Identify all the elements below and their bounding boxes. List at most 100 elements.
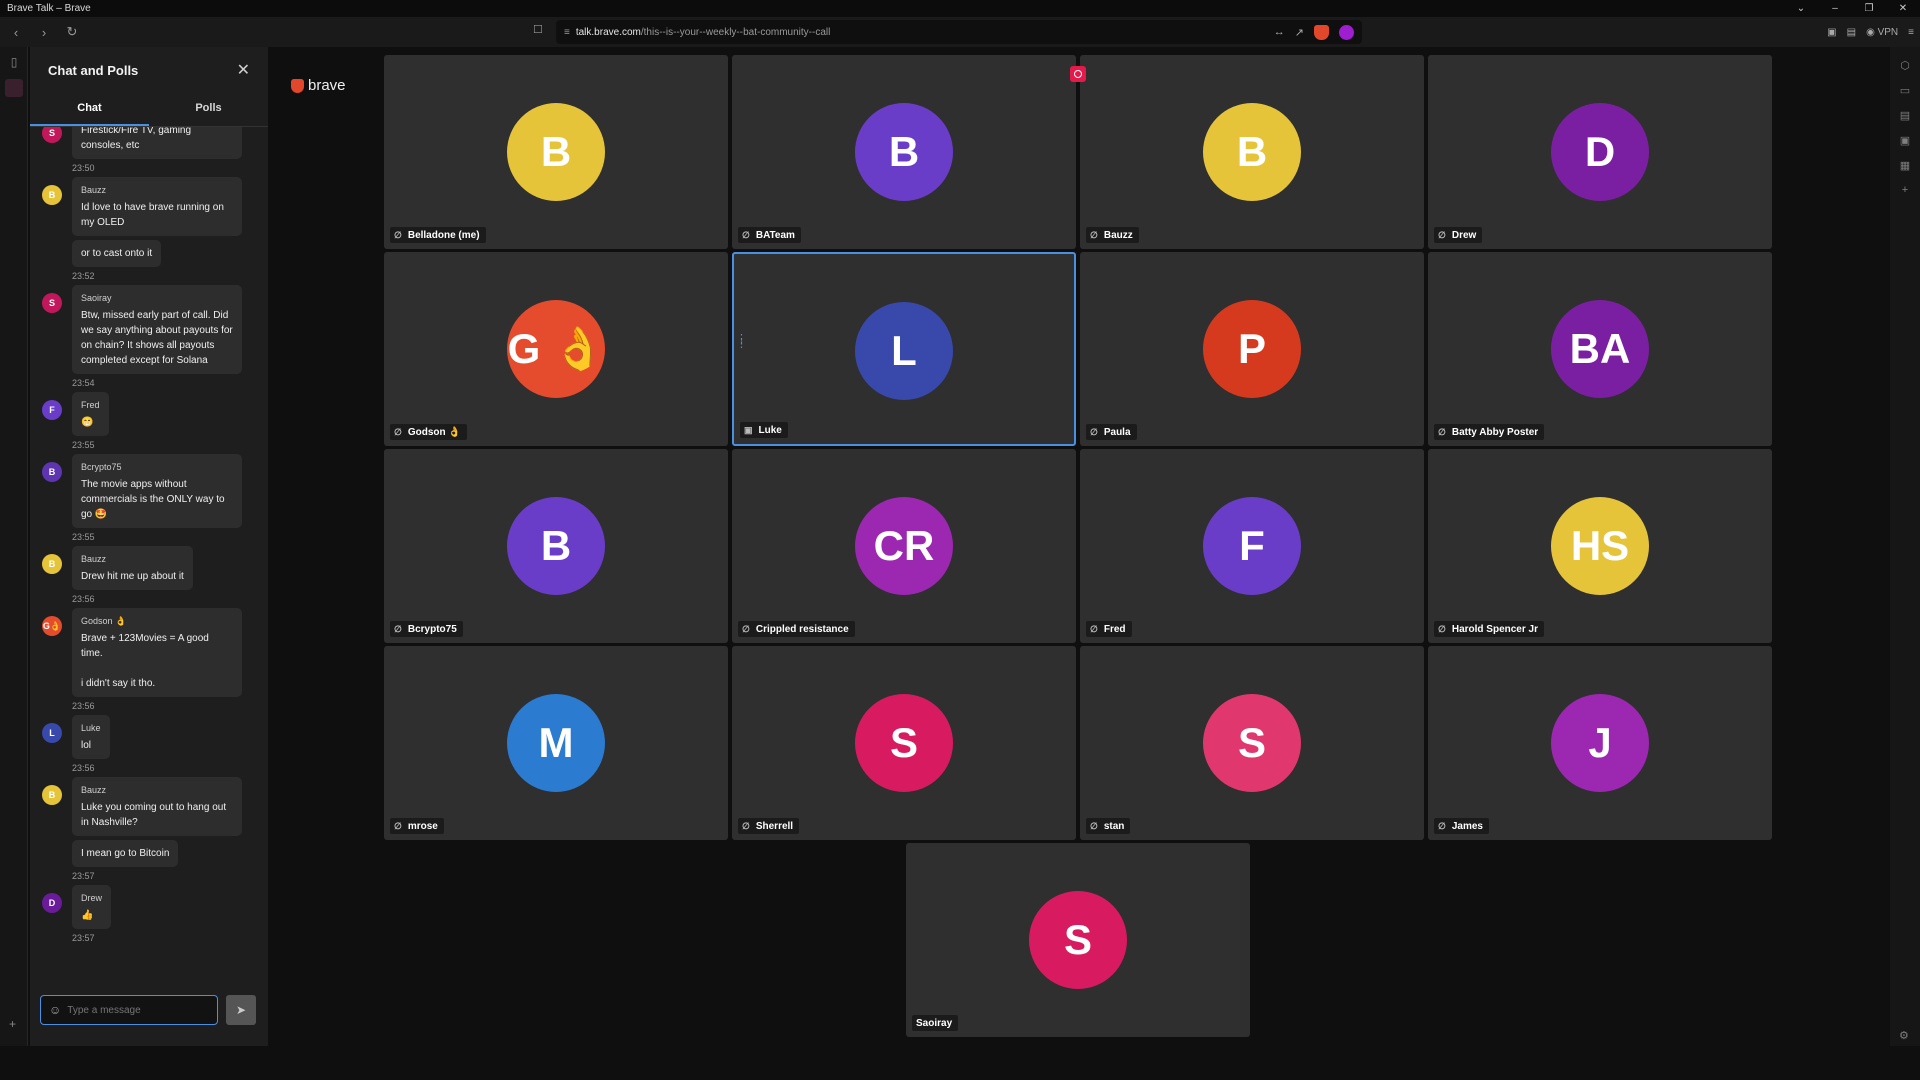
participant-name-tag: ▣ Luke [740, 422, 788, 438]
mic-muted-icon: ∅ [742, 820, 750, 831]
settings-gear-icon[interactable]: ⚙ [1899, 1029, 1909, 1042]
mic-muted-icon: ∅ [394, 623, 402, 634]
participant-tile[interactable]: B ∅ Belladone (me) [384, 55, 728, 249]
restore-button[interactable]: ❐ [1852, 0, 1886, 17]
participant-tile[interactable]: S Saoiray [906, 843, 1250, 1037]
participant-avatar: B [507, 103, 605, 201]
participant-tile[interactable]: HS ∅ Harold Spencer Jr [1428, 449, 1772, 643]
message-time: 23:56 [72, 763, 95, 773]
mic-muted-icon: ∅ [1438, 820, 1446, 831]
message-bubble: or to cast onto it [72, 240, 162, 267]
wallet-icon[interactable]: ▤ [1847, 27, 1856, 38]
participant-tile[interactable]: J ∅ James [1428, 646, 1772, 840]
participant-tile[interactable]: G 👌 ∅ Godson 👌 [384, 252, 728, 446]
camera-off-icon: ▣ [744, 424, 753, 435]
sidebar-panel-icon[interactable]: ▯ [0, 55, 28, 69]
participant-tile[interactable]: L ▣ Luke [732, 252, 1076, 446]
sidebar-tool-5-icon[interactable]: ▦ [1890, 159, 1920, 172]
participant-tile[interactable]: M ∅ mrose [384, 646, 728, 840]
emoji-icon[interactable]: ☺ [49, 1003, 61, 1017]
message-text: Firestick/Fire TV, gaming consoles, etc [81, 127, 192, 151]
message-input-box[interactable]: ☺ [40, 995, 218, 1025]
talk-app-icon[interactable] [4, 79, 23, 97]
avatar: B [42, 554, 62, 574]
participant-avatar: B [507, 497, 605, 595]
chat-message: B Bauzz Drew hit me up about it [30, 546, 268, 594]
reload-button[interactable]: ↻ [60, 20, 84, 44]
participant-tile[interactable]: B ∅ Bauzz [1080, 55, 1424, 249]
participant-tile[interactable]: B ∅ BATeam [732, 55, 1076, 249]
message-time: 23:55 [72, 440, 95, 450]
message-text: i didn't say it tho. [81, 678, 156, 689]
message-input[interactable] [67, 1004, 198, 1016]
minimize-button[interactable]: – [1818, 0, 1852, 17]
add-icon[interactable]: + [9, 1017, 16, 1031]
bookmark-icon[interactable]: ☐ [533, 23, 543, 36]
participant-avatar: BA [1551, 300, 1649, 398]
participant-tile[interactable]: CR ∅ Crippled resistance [732, 449, 1076, 643]
drag-handle-icon[interactable]: ⋮ ⋮ [736, 334, 747, 350]
participant-name: Drew [1451, 229, 1477, 241]
participant-avatar: G 👌 [507, 300, 605, 398]
mic-muted-icon: ∅ [394, 820, 402, 831]
participant-tile[interactable]: B ∅ Bcrypto75 [384, 449, 728, 643]
participant-avatar: CR [855, 497, 953, 595]
chat-message: B Bauzz Luke you coming out to hang out in… [30, 777, 268, 871]
sidebar-toggle-icon[interactable]: ▣ [1827, 27, 1836, 38]
mic-muted-icon: ∅ [1438, 229, 1446, 240]
message-bubble: Firestick/Fire TV, gaming consoles, etc [72, 127, 242, 159]
mic-muted-icon: ∅ [1438, 623, 1446, 634]
vpn-button[interactable]: ◉ VPN [1866, 27, 1898, 38]
message-time: 23:55 [72, 532, 95, 542]
participant-tile[interactable]: F ∅ Fred [1080, 449, 1424, 643]
translate-icon[interactable]: ↔ [1274, 26, 1285, 38]
brave-rewards-icon[interactable] [1339, 24, 1354, 40]
chat-title: Chat and Polls [48, 62, 139, 78]
sidebar-tool-1-icon[interactable]: ⬡ [1890, 59, 1920, 72]
participant-tile[interactable]: S ∅ Sherrell [732, 646, 1076, 840]
tab-polls[interactable]: Polls [149, 93, 268, 126]
chat-message: D Drew 👍 [30, 885, 268, 933]
sidebar-tool-3-icon[interactable]: ▤ [1890, 109, 1920, 122]
avatar: G👌 [42, 616, 62, 636]
participant-name: Fred [1103, 623, 1126, 635]
site-info-icon[interactable]: ≡ [564, 27, 570, 38]
sidebar-add-icon[interactable]: + [1890, 184, 1920, 196]
address-bar[interactable]: ≡ talk.brave.com/this--is--your--weekly-… [556, 20, 1362, 44]
close-window-button[interactable]: ✕ [1886, 0, 1920, 17]
avatar: D [42, 893, 62, 913]
participant-name: Crippled resistance [755, 623, 849, 635]
brave-shields-icon[interactable] [1314, 24, 1329, 40]
chat-message: L Luke lol [30, 715, 268, 763]
participant-tile[interactable]: BA ∅ Batty Abby Poster [1428, 252, 1772, 446]
send-button[interactable]: ➤ [226, 995, 256, 1025]
participant-name-tag: ∅ stan [1086, 818, 1131, 834]
forward-button[interactable]: › [32, 20, 56, 44]
participant-tile[interactable]: P ∅ Paula [1080, 252, 1424, 446]
window-titlebar: Brave Talk – Brave ⌄ – ❐ ✕ [0, 0, 1920, 17]
participant-avatar: F [1203, 497, 1301, 595]
message-sender: Bauzz [81, 785, 107, 795]
sidebar-tool-4-icon[interactable]: ▣ [1890, 134, 1920, 147]
participant-tile[interactable]: S ∅ stan [1080, 646, 1424, 840]
tab-chat[interactable]: Chat [30, 93, 149, 126]
sidebar-tool-2-icon[interactable]: ▭ [1890, 84, 1920, 97]
participant-name: Belladone (me) [407, 229, 480, 241]
close-icon[interactable]: ✕ [237, 60, 250, 80]
participant-tile[interactable]: D ∅ Drew [1428, 55, 1772, 249]
back-button[interactable]: ‹ [4, 20, 28, 44]
chat-message: S Firestick/Fire TV, gaming consoles, etc [30, 127, 268, 163]
tab-list-icon[interactable]: ⌄ [1784, 0, 1818, 17]
participant-name-tag: ∅ Godson 👌 [390, 424, 467, 440]
menu-icon[interactable]: ≡ [1908, 27, 1914, 38]
participant-avatar: M [507, 694, 605, 792]
participant-name-tag: ∅ Drew [1434, 227, 1483, 243]
message-list[interactable]: S Firestick/Fire TV, gaming consoles, etc… [30, 127, 268, 1027]
message-bubble: Bauzz Luke you coming out to hang out in … [72, 777, 242, 836]
message-time: 23:52 [72, 271, 95, 281]
message-sender: Fred [81, 400, 100, 410]
message-time: 23:50 [72, 163, 95, 173]
share-icon[interactable]: ↗ [1295, 26, 1304, 39]
participant-name-tag: ∅ Harold Spencer Jr [1434, 621, 1544, 637]
participant-avatar: HS [1551, 497, 1649, 595]
